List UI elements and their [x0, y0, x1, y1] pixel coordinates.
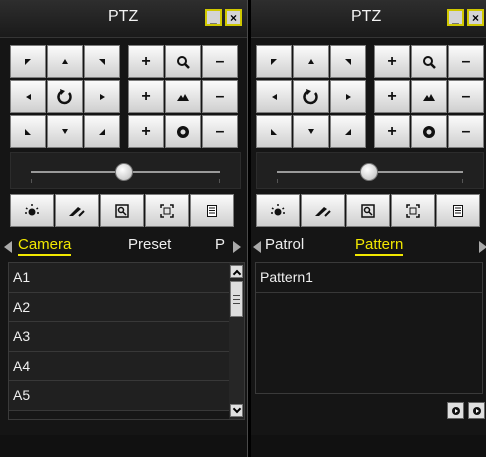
focus-far-button[interactable]: –	[448, 80, 484, 113]
zoom-out-button[interactable]: –	[202, 45, 238, 78]
close-button[interactable]: ×	[225, 9, 242, 26]
scroll-down-icon[interactable]	[230, 404, 243, 417]
center-icon[interactable]	[391, 194, 435, 227]
title-bar[interactable]: PTZ _ ×	[251, 0, 486, 38]
center-icon[interactable]	[145, 194, 189, 227]
iris-close-button[interactable]: –	[448, 115, 484, 148]
down-right-arrow-icon[interactable]	[84, 115, 120, 148]
ptz-control-pad: + – + – + –	[256, 45, 484, 148]
right-arrow-icon[interactable]	[84, 80, 120, 113]
list-item[interactable]: Pattern1	[256, 263, 482, 293]
tab-patrol[interactable]: Patrol	[265, 236, 304, 253]
list-item[interactable]: A1	[9, 263, 244, 293]
focus-near-button[interactable]: +	[374, 80, 410, 113]
panel-title: PTZ	[108, 8, 139, 25]
tab-patrol-truncated[interactable]: P	[215, 236, 225, 253]
left-arrow-icon[interactable]	[10, 80, 46, 113]
slider-thumb[interactable]	[115, 163, 133, 181]
iris-open-button[interactable]: +	[374, 115, 410, 148]
ptz-panel-camera: PTZ _ × + – + – + – Camera Preset P A1 A…	[0, 0, 247, 457]
down-right-arrow-icon[interactable]	[330, 115, 366, 148]
close-button[interactable]: ×	[467, 9, 484, 26]
zoom-out-button[interactable]: –	[448, 45, 484, 78]
ptz-toolbar	[10, 194, 234, 227]
3d-zoom-icon[interactable]	[346, 194, 390, 227]
tab-strip: Patrol Pattern	[251, 233, 486, 259]
ptz-screen: PTZ _ × + – + – + – Camera Preset P A1 A…	[0, 0, 486, 457]
down-left-arrow-icon[interactable]	[10, 115, 46, 148]
slider-thumb[interactable]	[360, 163, 378, 181]
3d-zoom-icon[interactable]	[100, 194, 144, 227]
up-arrow-icon[interactable]	[293, 45, 329, 78]
up-left-arrow-icon[interactable]	[10, 45, 46, 78]
down-arrow-icon[interactable]	[47, 115, 83, 148]
iris-icon	[411, 115, 447, 148]
down-arrow-icon[interactable]	[293, 115, 329, 148]
ptz-toolbar	[256, 194, 480, 227]
wiper-icon[interactable]	[301, 194, 345, 227]
up-right-arrow-icon[interactable]	[330, 45, 366, 78]
focus-far-button[interactable]: –	[202, 80, 238, 113]
speed-slider[interactable]	[10, 152, 241, 189]
zoom-icon	[165, 45, 201, 78]
focus-near-button[interactable]: +	[128, 80, 164, 113]
list-item[interactable]: A3	[9, 322, 244, 352]
ptz-panel-pattern: PTZ _ × + – + – + – Patrol Pattern Patte…	[251, 0, 486, 457]
menu-icon[interactable]	[436, 194, 480, 227]
up-arrow-icon[interactable]	[47, 45, 83, 78]
tab-scroll-right-icon[interactable]	[233, 241, 241, 253]
focus-icon	[411, 80, 447, 113]
speed-slider[interactable]	[256, 152, 484, 189]
auto-rotate-icon[interactable]	[47, 80, 83, 113]
left-arrow-icon[interactable]	[256, 80, 292, 113]
zoom-in-button[interactable]: +	[374, 45, 410, 78]
iris-icon	[165, 115, 201, 148]
zoom-in-button[interactable]: +	[128, 45, 164, 78]
tab-scroll-left-icon[interactable]	[253, 241, 261, 253]
pattern-list: Pattern1	[255, 262, 483, 394]
list-item[interactable]: A5	[9, 381, 244, 411]
scroll-up-icon[interactable]	[230, 265, 243, 278]
ptz-control-pad: + – + – + –	[10, 45, 238, 148]
tab-scroll-left-icon[interactable]	[4, 241, 12, 253]
up-left-arrow-icon[interactable]	[256, 45, 292, 78]
up-right-arrow-icon[interactable]	[84, 45, 120, 78]
auto-rotate-icon[interactable]	[293, 80, 329, 113]
tab-preset[interactable]: Preset	[128, 236, 171, 253]
camera-list: A1 A2 A3 A4 A5	[8, 262, 245, 420]
zoom-icon	[411, 45, 447, 78]
tab-camera[interactable]: Camera	[18, 236, 72, 256]
focus-icon	[165, 80, 201, 113]
panel-title: PTZ	[351, 8, 382, 25]
list-item[interactable]: A4	[9, 351, 244, 381]
minimize-button[interactable]: _	[205, 9, 222, 26]
iris-open-button[interactable]: +	[128, 115, 164, 148]
list-item[interactable]: A2	[9, 292, 244, 322]
record-icon[interactable]	[468, 402, 485, 419]
menu-icon[interactable]	[190, 194, 234, 227]
title-bar[interactable]: PTZ _ ×	[0, 0, 247, 38]
tab-strip: Camera Preset P	[0, 233, 247, 259]
tab-scroll-right-icon[interactable]	[479, 241, 486, 253]
scroll-thumb[interactable]	[230, 281, 243, 317]
light-icon[interactable]	[256, 194, 300, 227]
tab-pattern[interactable]: Pattern	[355, 236, 404, 256]
light-icon[interactable]	[10, 194, 54, 227]
iris-close-button[interactable]: –	[202, 115, 238, 148]
list-scrollbar[interactable]	[229, 263, 244, 419]
minimize-button[interactable]: _	[447, 9, 464, 26]
down-left-arrow-icon[interactable]	[256, 115, 292, 148]
wiper-icon[interactable]	[55, 194, 99, 227]
right-arrow-icon[interactable]	[330, 80, 366, 113]
play-icon[interactable]	[447, 402, 464, 419]
